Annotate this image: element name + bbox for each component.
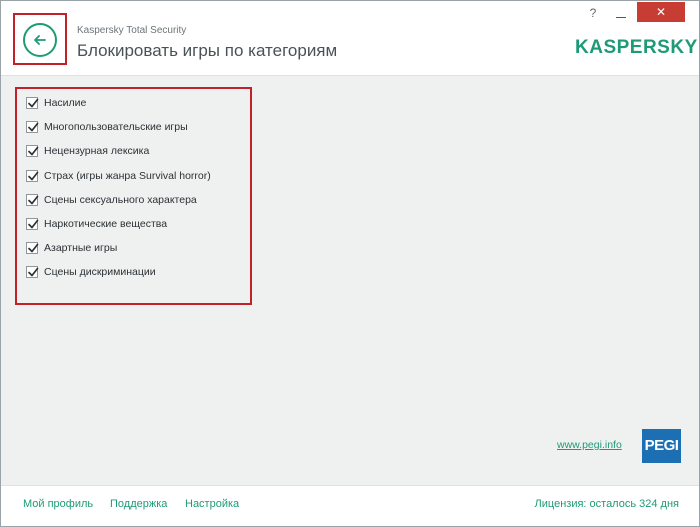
back-button-highlight (13, 13, 67, 65)
category-label: Насилие (44, 97, 87, 109)
category-checkbox[interactable] (26, 266, 39, 279)
category-checkbox[interactable] (26, 242, 39, 255)
category-label: Многопользовательские игры (44, 121, 188, 134)
category-label: Азартные игры (44, 242, 118, 255)
category-label: Наркотические вещества (44, 218, 168, 230)
category-item[interactable]: Многопользовательские игры (26, 119, 188, 135)
help-button[interactable]: ? (585, 6, 601, 22)
support-link[interactable]: Поддержка (110, 498, 167, 510)
category-label: Страх (игры жанра Survival horror) (44, 169, 211, 182)
check-icon (28, 195, 39, 205)
category-item[interactable]: Сцены дискриминации (26, 264, 156, 280)
arrow-left-icon (34, 35, 46, 45)
settings-link[interactable]: Настройка (185, 498, 239, 510)
check-icon (28, 171, 39, 180)
category-label: Сцены дискриминации (44, 266, 156, 279)
license-status: Лицензия: осталось 324 дня (534, 498, 679, 510)
category-checkbox[interactable] (26, 169, 39, 182)
check-icon (28, 243, 39, 253)
check-icon (28, 268, 39, 277)
category-item[interactable]: Азартные игры (26, 240, 117, 256)
category-item[interactable]: Нецензурная лексика (26, 143, 149, 159)
app-window: Kaspersky Total Security Блокировать игр… (0, 0, 700, 527)
check-icon (28, 147, 39, 156)
check-icon (28, 122, 39, 132)
category-checkbox[interactable] (26, 193, 39, 206)
header: Kaspersky Total Security Блокировать игр… (1, 1, 699, 76)
check-icon (28, 219, 39, 229)
minimize-button[interactable] (609, 6, 633, 22)
kaspersky-logo: KASPERSKY lab (575, 37, 699, 59)
category-item[interactable]: Страх (игры жанра Survival horror) (26, 168, 211, 184)
category-label: Нецензурная лексика (44, 145, 150, 158)
category-checkbox[interactable] (26, 97, 39, 109)
my-profile-link[interactable]: Мой профиль (23, 498, 93, 510)
check-icon (28, 98, 39, 108)
page-title: Блокировать игры по категориям (77, 41, 338, 60)
category-label: Сцены сексуального характера (44, 193, 197, 206)
close-button[interactable]: ✕ (637, 2, 685, 22)
pegi-logo: PEGI (642, 429, 681, 463)
app-name: Kaspersky Total Security (77, 25, 187, 36)
category-checkbox[interactable] (26, 121, 39, 134)
category-item[interactable]: Наркотические вещества (26, 216, 167, 232)
category-list: Насилие Многопользовательские игры Нецензу… (15, 87, 252, 305)
category-item[interactable]: Сцены сексуального характера (26, 192, 197, 208)
back-button[interactable] (23, 23, 57, 57)
footer: Мой профиль Поддержка Настройка Лицензия… (1, 485, 699, 526)
category-checkbox[interactable] (26, 145, 39, 158)
pegi-link[interactable]: www.pegi.info (557, 439, 622, 451)
logo-text: KASPERSKY (575, 37, 698, 58)
category-checkbox[interactable] (26, 218, 39, 230)
category-item[interactable]: Насилие (26, 95, 86, 111)
